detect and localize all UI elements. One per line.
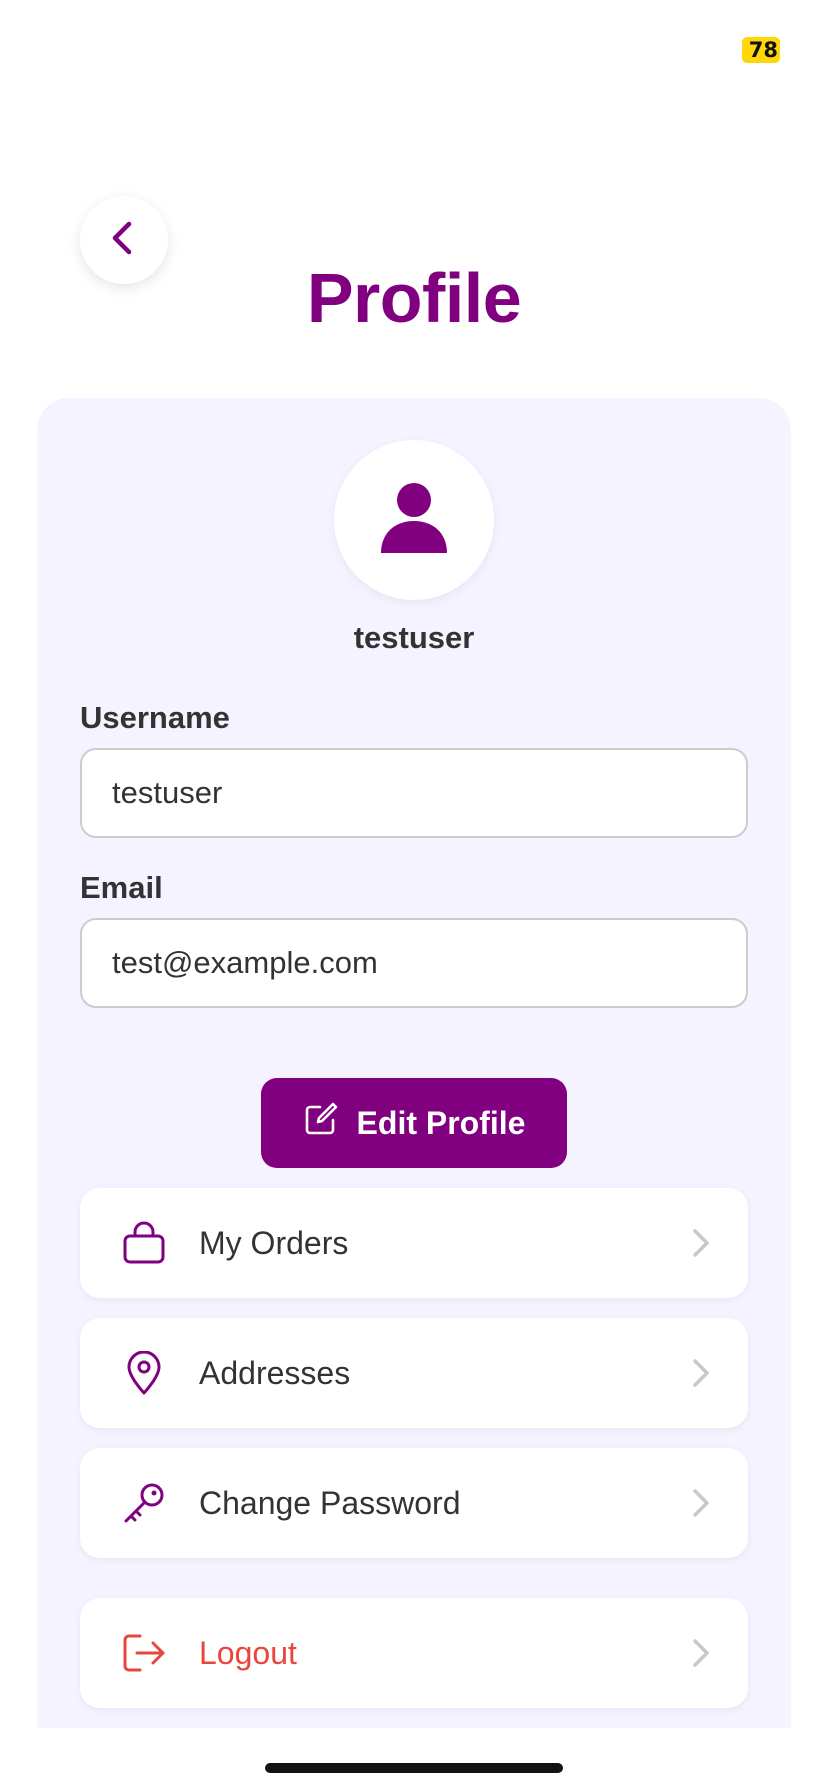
email-input[interactable] <box>80 918 748 1008</box>
shopping-bag-icon <box>122 1221 166 1265</box>
key-icon <box>122 1481 166 1525</box>
home-indicator[interactable] <box>265 1763 563 1773</box>
display-name: testuser <box>353 620 475 655</box>
menu-item-label: Change Password <box>199 1484 461 1521</box>
avatar <box>334 440 494 600</box>
profile-card: testuser Username Email Edit Profile M <box>37 398 791 1728</box>
chevron-right-icon <box>686 1638 716 1668</box>
menu-item-label: Addresses <box>199 1354 351 1391</box>
edit-icon <box>303 1101 339 1145</box>
edit-profile-button[interactable]: Edit Profile <box>261 1078 567 1168</box>
chevron-right-icon <box>686 1488 716 1518</box>
chevron-right-icon <box>686 1228 716 1258</box>
menu-item-label: My Orders <box>199 1224 349 1261</box>
menu-item-logout[interactable]: Logout <box>80 1598 748 1708</box>
menu-item-change-password[interactable]: Change Password <box>80 1448 748 1558</box>
email-label: Email <box>80 870 163 905</box>
user-icon <box>379 481 449 560</box>
chevron-right-icon <box>686 1358 716 1388</box>
chevron-left-icon <box>104 218 144 263</box>
page-title: Profile <box>306 259 522 337</box>
edit-profile-label: Edit Profile <box>356 1104 526 1141</box>
menu-item-my-orders[interactable]: My Orders <box>80 1188 748 1298</box>
status-badge: 78 <box>742 37 780 63</box>
menu-item-addresses[interactable]: Addresses <box>80 1318 748 1428</box>
username-label: Username <box>80 700 230 735</box>
menu-item-label: Logout <box>199 1634 297 1671</box>
profile-screen: 78 Profile testuser Username Email <box>0 0 828 1792</box>
username-input[interactable] <box>80 748 748 838</box>
map-pin-icon <box>122 1351 166 1395</box>
logout-icon <box>122 1631 166 1675</box>
